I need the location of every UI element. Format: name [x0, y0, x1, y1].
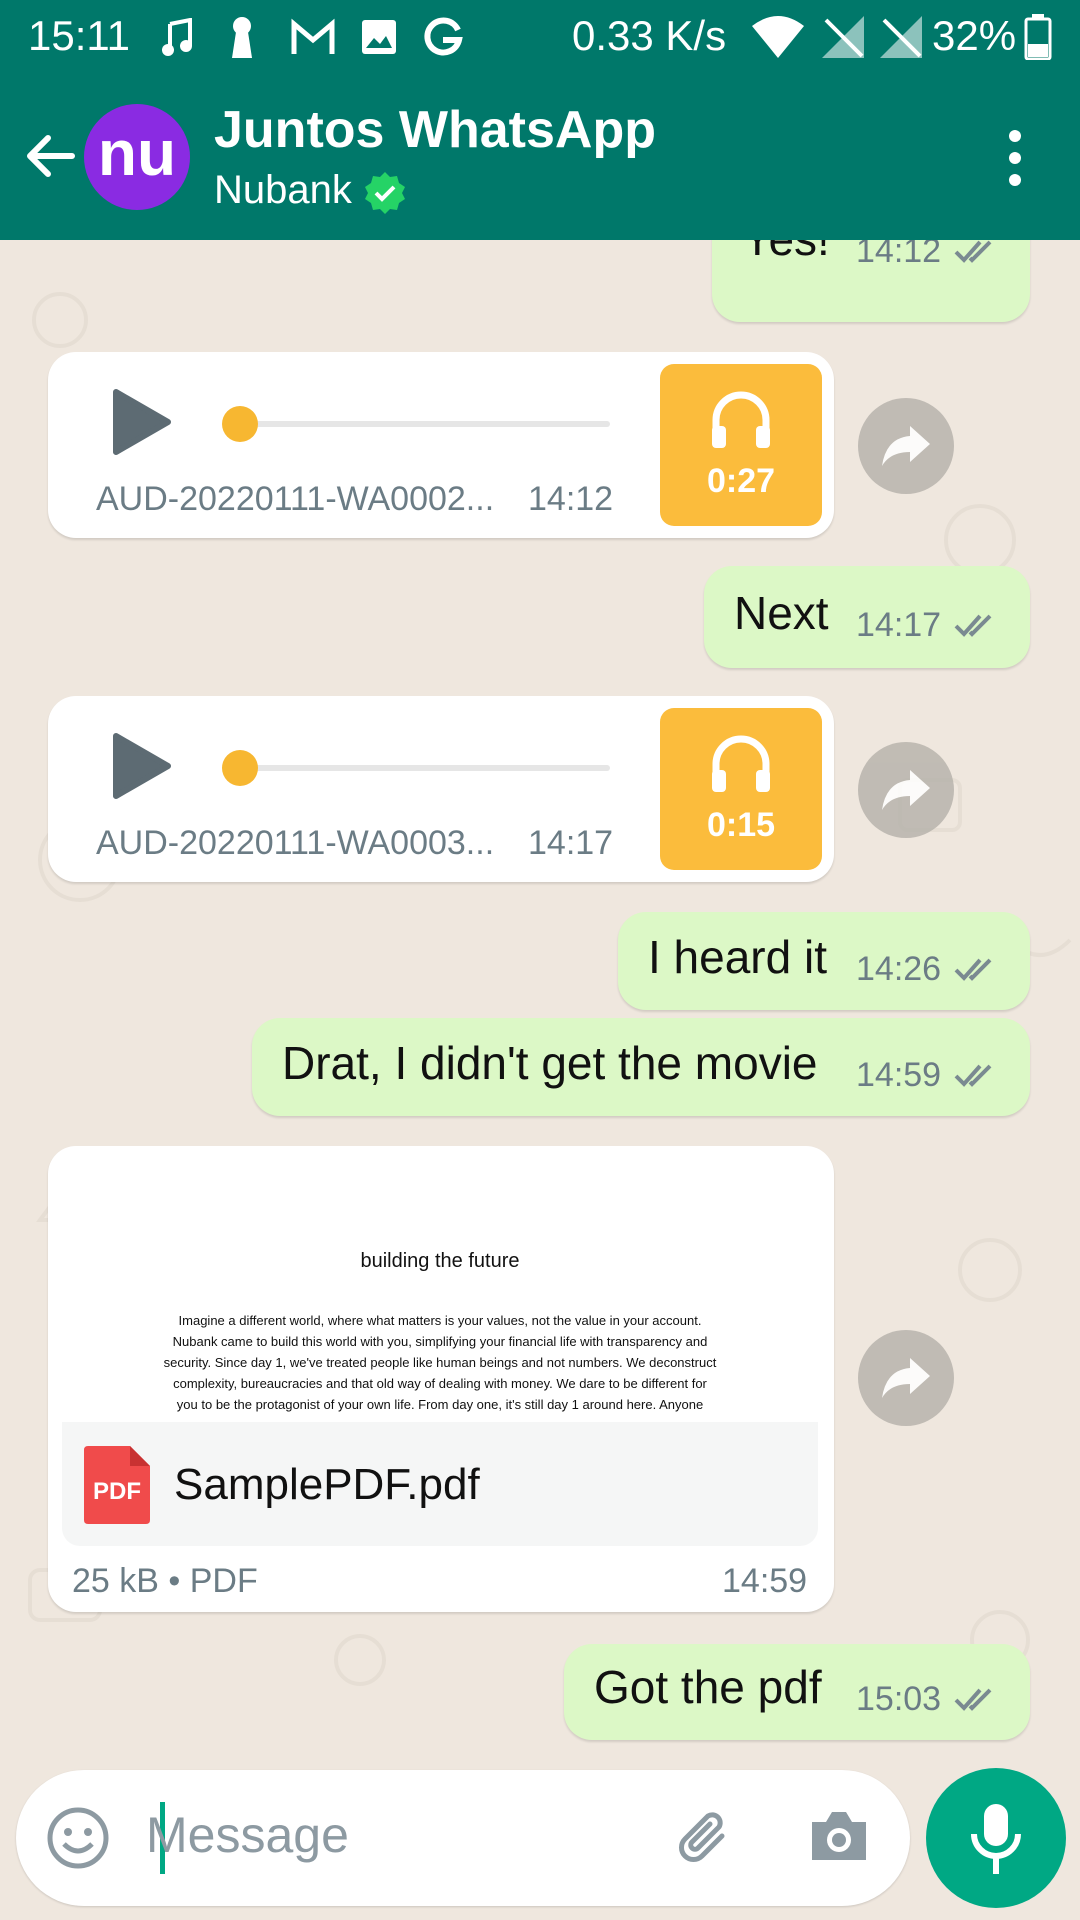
no-signal-icon — [880, 16, 922, 58]
audio-message[interactable]: AUD-20220111-WA0002... 14:12 0:27 — [48, 352, 834, 538]
chat-title[interactable]: Juntos WhatsApp — [214, 100, 656, 160]
audio-duration: 0:27 — [706, 462, 776, 500]
image-icon — [362, 20, 396, 54]
audio-thumbnail: 0:15 — [660, 708, 822, 870]
wifi-icon — [752, 16, 804, 58]
chat-header: nu Juntos WhatsApp Nubank — [0, 76, 1080, 240]
read-receipt-icon — [954, 240, 992, 263]
audio-message[interactable]: AUD-20220111-WA0003... 14:17 0:15 — [48, 696, 834, 882]
message-time: 14:17 — [528, 824, 614, 862]
network-speed: 0.33 K/s — [572, 12, 727, 59]
document-preview-line: you to be the protagonist of your own li… — [176, 1397, 704, 1412]
message-bubble-outgoing[interactable]: Got the pdf 15:03 — [564, 1644, 1030, 1740]
attach-icon[interactable] — [672, 1806, 738, 1872]
audio-progress-track[interactable] — [242, 765, 610, 771]
document-file-row[interactable]: PDF SamplePDF.pdf — [62, 1422, 818, 1546]
message-time: 14:17 — [856, 606, 942, 644]
document-preview[interactable]: building the future Imagine a different … — [62, 1160, 818, 1422]
document-preview-text: Imagine a different world, where what ma… — [62, 1310, 818, 1415]
message-bubble-outgoing[interactable]: Yes! 14:12 — [712, 240, 1030, 322]
document-filename: SamplePDF.pdf — [174, 1460, 480, 1509]
no-signal-icon — [822, 16, 864, 58]
audio-duration: 0:15 — [706, 806, 776, 844]
message-time: 14:59 — [722, 1562, 808, 1600]
message-text: I heard it — [648, 931, 827, 983]
message-composer: Message — [16, 1770, 910, 1906]
message-bubble-outgoing[interactable]: I heard it 14:26 — [618, 912, 1030, 1010]
play-icon[interactable] — [112, 732, 172, 800]
read-receipt-icon — [954, 614, 992, 637]
voice-record-button[interactable] — [926, 1768, 1066, 1908]
battery-level: 32% — [932, 12, 1017, 59]
back-arrow-icon[interactable] — [22, 128, 78, 184]
document-message[interactable]: building the future Imagine a different … — [48, 1146, 834, 1612]
avatar[interactable]: nu — [84, 104, 190, 210]
avatar-text: nu — [97, 117, 177, 189]
more-options-icon[interactable] — [1000, 128, 1030, 188]
message-input[interactable]: Message — [146, 1806, 349, 1864]
emoji-icon[interactable] — [46, 1806, 110, 1870]
battery-icon — [1024, 14, 1052, 60]
message-time: 14:26 — [856, 950, 942, 988]
forward-button[interactable] — [858, 1330, 954, 1426]
audio-filename: AUD-20220111-WA0002... — [96, 480, 495, 518]
message-list[interactable]: Yes! 14:12 AUD-20220111-WA0002... 14:12 … — [0, 240, 1080, 1760]
music-note-icon — [162, 18, 192, 56]
message-text: Drat, I didn't get the movie — [282, 1037, 818, 1089]
microphone-icon — [971, 1804, 1021, 1874]
headphones-icon — [712, 735, 770, 792]
document-preview-line: Nubank came to build this world with you… — [172, 1334, 708, 1349]
read-receipt-icon — [954, 958, 992, 981]
read-receipt-icon — [954, 1064, 992, 1087]
forward-icon — [882, 770, 930, 810]
keyhole-icon — [232, 17, 252, 58]
headphones-icon — [712, 391, 770, 448]
pdf-file-icon-label: PDF — [93, 1478, 141, 1505]
message-bubble-outgoing[interactable]: Next 14:17 — [704, 566, 1030, 668]
audio-filename: AUD-20220111-WA0003... — [96, 824, 495, 862]
message-time: 14:12 — [856, 240, 942, 270]
message-bubble-outgoing[interactable]: Drat, I didn't get the movie 14:59 — [252, 1018, 1030, 1116]
document-preview-line: security. Since day 1, we've treated peo… — [163, 1355, 717, 1370]
forward-button[interactable] — [858, 398, 954, 494]
message-time: 15:03 — [856, 1680, 942, 1718]
message-text: Yes! — [742, 240, 830, 266]
document-meta: 25 kB • PDF — [72, 1562, 258, 1600]
forward-button[interactable] — [858, 742, 954, 838]
forward-icon — [882, 1358, 930, 1398]
message-text: Next — [734, 587, 829, 639]
google-icon — [424, 17, 463, 56]
gmail-icon — [291, 18, 335, 54]
camera-icon[interactable] — [808, 1806, 870, 1866]
message-time: 14:12 — [528, 480, 614, 518]
audio-thumbnail: 0:27 — [660, 364, 822, 526]
audio-progress-track[interactable] — [242, 421, 610, 427]
status-time: 15:11 — [28, 12, 130, 59]
message-time: 14:59 — [856, 1056, 942, 1094]
audio-progress-knob[interactable] — [222, 406, 258, 442]
status-bar: 15:11 0.33 K/s 32% — [0, 0, 1080, 76]
document-preview-line: complexity, bureaucracies and that old w… — [173, 1376, 707, 1391]
document-preview-line: Imagine a different world, where what ma… — [178, 1313, 702, 1328]
document-preview-title: building the future — [360, 1250, 520, 1272]
forward-icon — [882, 426, 930, 466]
audio-progress-knob[interactable] — [222, 750, 258, 786]
chat-subtitle[interactable]: Nubank — [214, 168, 352, 213]
message-text: Got the pdf — [594, 1661, 822, 1713]
read-receipt-icon — [954, 1688, 992, 1711]
play-icon[interactable] — [112, 388, 172, 456]
verified-badge-icon — [365, 172, 405, 214]
